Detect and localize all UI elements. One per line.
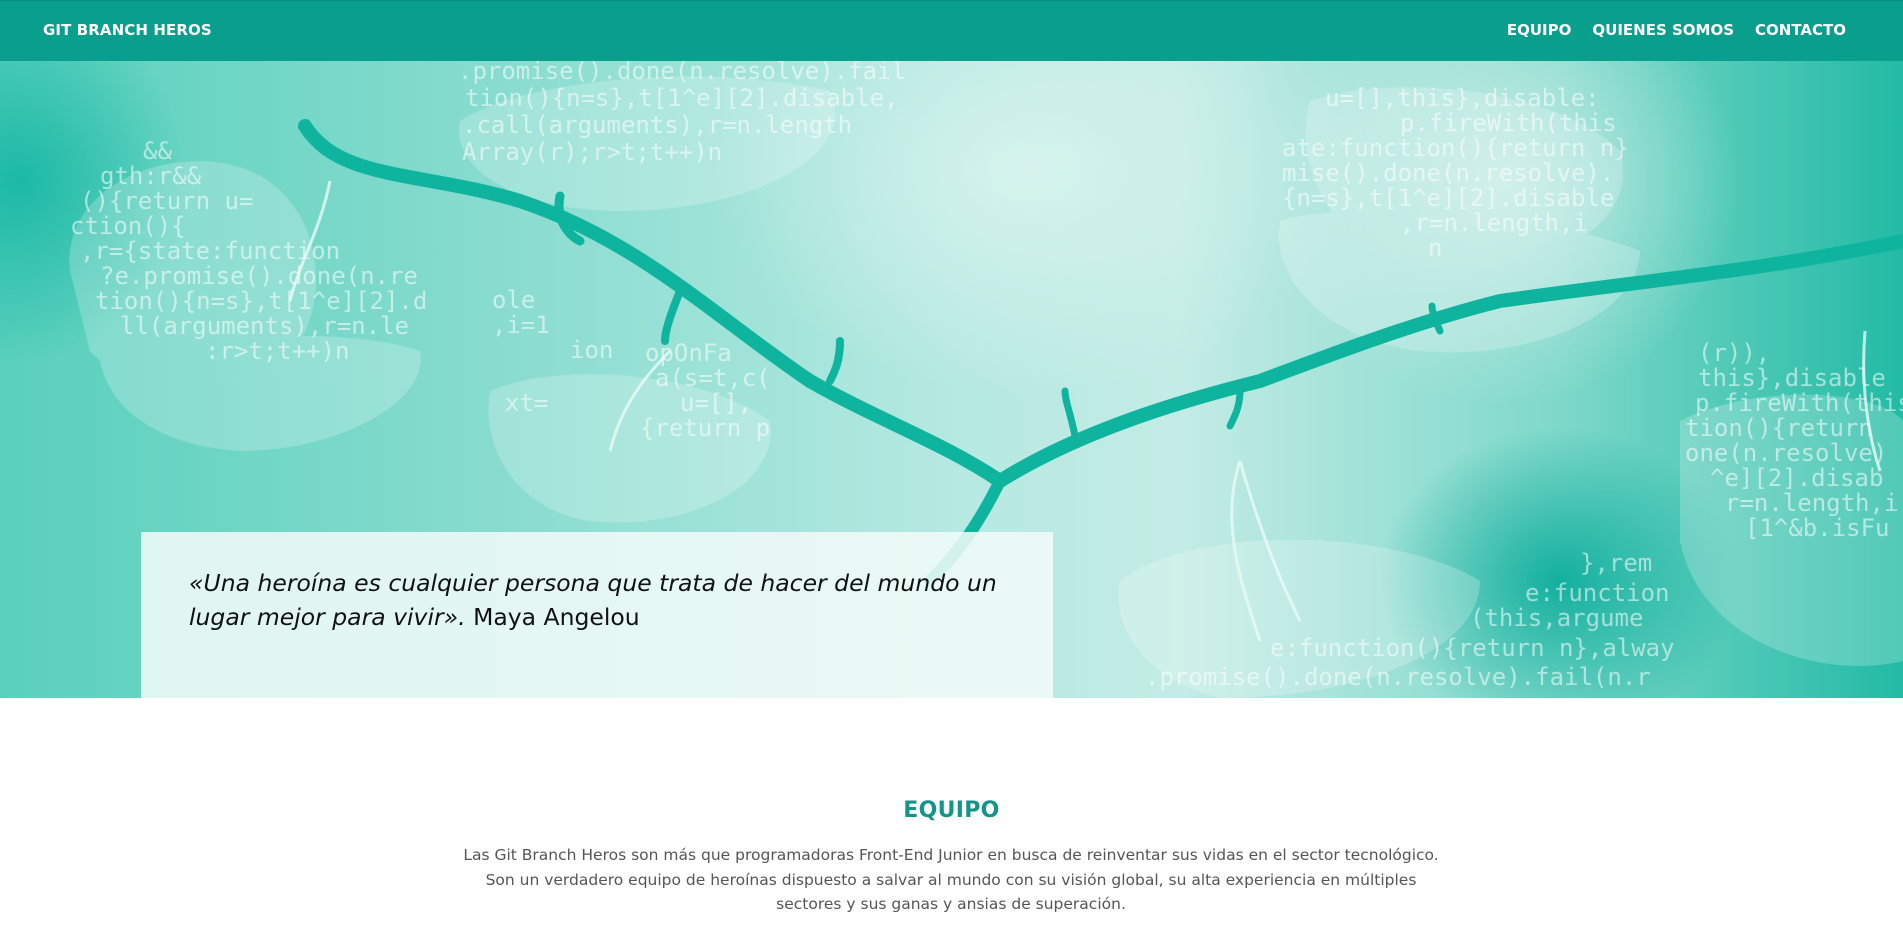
code-snippet: u=[],: [680, 389, 752, 417]
code-snippet: ole: [492, 286, 535, 314]
code-snippet: {return p: [640, 414, 770, 442]
code-snippet: (){return u=: [80, 187, 253, 215]
brand-logo[interactable]: GIT BRANCH HEROS: [43, 21, 212, 39]
code-snippet: ll(arguments),r=n.le: [120, 312, 409, 340]
code-snippet: e:function(){return n},alway: [1270, 634, 1675, 662]
code-snippet: (r)),: [1698, 339, 1770, 367]
code-snippet: ,r=n.length,i: [1400, 209, 1588, 237]
code-snippet: xt=: [505, 389, 548, 417]
code-snippet: .call(arguments),r=n.length: [462, 111, 852, 139]
code-snippet: p.fireWith(this: [1400, 109, 1617, 137]
code-snippet: this},disable: [1698, 364, 1886, 392]
nav-menu: EQUIPO QUIENES SOMOS CONTACTO: [1486, 21, 1846, 39]
code-snippet: :r>t;t++)n: [205, 337, 350, 365]
code-snippet: {n=s},t[1^e][2].disable: [1282, 184, 1614, 212]
equipo-line: Son un verdadero equipo de heroínas disp…: [485, 870, 1417, 889]
code-snippet: a(s=t,c(: [655, 364, 771, 392]
code-snippet: r=n.length,i: [1725, 489, 1898, 517]
code-snippet: e:function: [1525, 579, 1670, 607]
code-snippet: .promise().done(n.resolve).fail(n.r: [1145, 663, 1651, 691]
code-snippet: ,r={state:function: [80, 237, 340, 265]
navbar: GIT BRANCH HEROS EQUIPO QUIENES SOMOS CO…: [0, 0, 1903, 61]
code-snippet: ?e.promise().done(n.re: [100, 262, 418, 290]
nav-link-quienes-somos[interactable]: QUIENES SOMOS: [1592, 21, 1734, 39]
code-snippet: .promise().done(n.resolve).fail: [458, 61, 906, 85]
nav-link-contacto[interactable]: CONTACTO: [1755, 21, 1846, 39]
code-snippet: Array(r);r>t;t++)n: [462, 138, 722, 166]
code-snippet: ate:function(){return n}: [1282, 134, 1629, 162]
code-snippet: ,i=1: [492, 311, 550, 339]
code-snippet: (this,argume: [1470, 604, 1643, 632]
equipo-heading: EQUIPO: [903, 798, 1000, 824]
code-snippet: opOnFa: [645, 339, 732, 367]
code-snippet: gth:r&&: [100, 162, 202, 190]
code-snippet: tion(){n=s},t[1^e][2].disable,: [465, 84, 898, 112]
quote-author: Maya Angelou: [465, 603, 640, 631]
code-snippet: u=[],this},disable:: [1325, 84, 1600, 112]
code-snippet: mise().done(n.resolve).: [1282, 159, 1614, 187]
code-snippet: tion(){return: [1685, 414, 1873, 442]
equipo-description: Las Git Branch Heros son más que program…: [451, 843, 1451, 917]
hero-quote: «Una heroína es cualquier persona que tr…: [189, 566, 1005, 634]
code-snippet: &&: [143, 137, 172, 165]
code-snippet: p.fireWith(this: [1695, 389, 1903, 417]
equipo-line: Las Git Branch Heros son más que program…: [463, 846, 1439, 864]
code-snippet: },rem: [1580, 549, 1652, 577]
code-snippet: one(n.resolve): [1685, 439, 1887, 467]
code-snippet: ction(){: [70, 212, 186, 240]
equipo-line: sectores y sus ganas y ansias de superac…: [776, 895, 1126, 913]
code-snippet: ^e][2].disab: [1710, 464, 1883, 492]
nav-link-equipo[interactable]: EQUIPO: [1507, 21, 1572, 39]
code-snippet: ion: [570, 336, 613, 364]
code-snippet: tion(){n=s},t[1^e][2].d: [95, 287, 427, 315]
code-snippet: n: [1428, 234, 1442, 262]
code-snippet: [1^&b.isFu: [1745, 514, 1890, 542]
quote-card: «Una heroína es cualquier persona que tr…: [141, 532, 1053, 698]
